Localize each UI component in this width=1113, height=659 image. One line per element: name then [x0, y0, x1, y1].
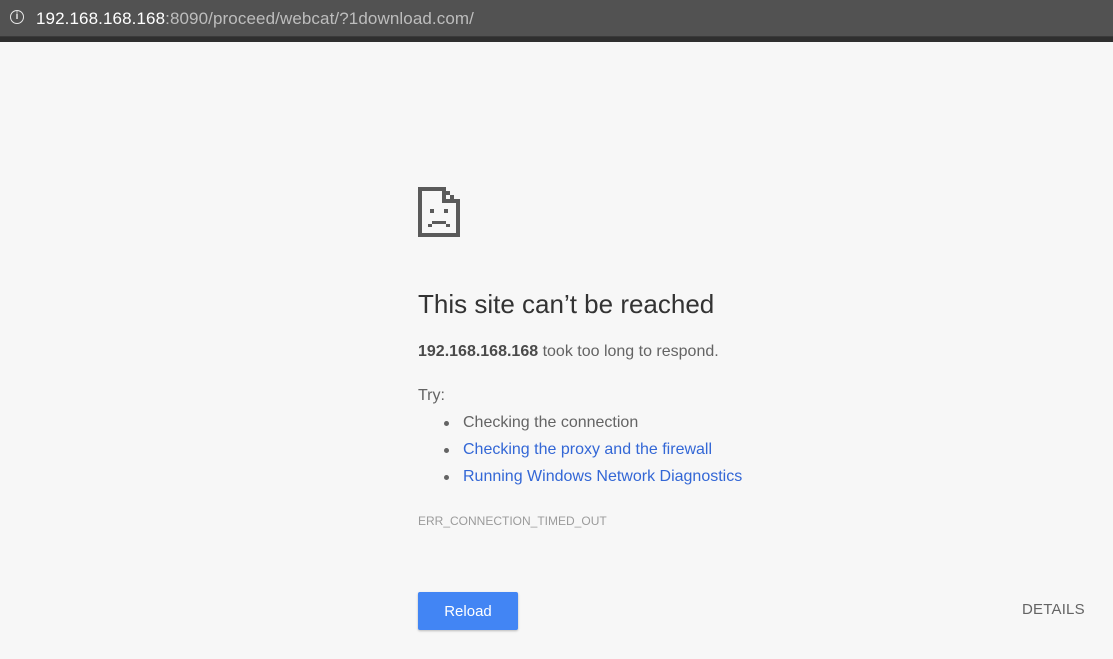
list-item: Checking the proxy and the firewall — [443, 438, 742, 465]
suggestion-network-diagnostics-link[interactable]: Running Windows Network Diagnostics — [463, 468, 742, 485]
list-item: Checking the connection — [443, 411, 742, 438]
reload-button[interactable]: Reload — [418, 592, 518, 630]
try-label: Try: — [418, 387, 445, 404]
error-title: This site can’t be reached — [418, 289, 715, 319]
error-code: ERR_CONNECTION_TIMED_OUT — [418, 514, 607, 528]
list-item: Running Windows Network Diagnostics — [443, 465, 742, 492]
address-bar[interactable]: i 192.168.168.168:8090/proceed/webcat/?1… — [0, 0, 1113, 37]
url-text[interactable]: 192.168.168.168:8090/proceed/webcat/?1do… — [36, 9, 474, 29]
error-message-suffix: took too long to respond. — [538, 343, 719, 360]
details-button[interactable]: DETAILS — [1022, 601, 1085, 618]
info-icon[interactable]: i — [10, 10, 24, 24]
url-path: :8090/proceed/webcat/?1download.com/ — [165, 9, 474, 28]
url-host: 192.168.168.168 — [36, 9, 166, 28]
error-page: This site can’t be reached 192.168.168.1… — [0, 42, 1113, 659]
suggestion-list: Checking the connection Checking the pro… — [418, 411, 742, 492]
error-message: 192.168.168.168 took too long to respond… — [418, 343, 719, 361]
suggestion-check-connection: Checking the connection — [463, 414, 639, 431]
error-host: 192.168.168.168 — [418, 343, 539, 360]
sad-page-icon — [418, 187, 460, 237]
suggestion-check-proxy-link[interactable]: Checking the proxy and the firewall — [463, 441, 712, 458]
